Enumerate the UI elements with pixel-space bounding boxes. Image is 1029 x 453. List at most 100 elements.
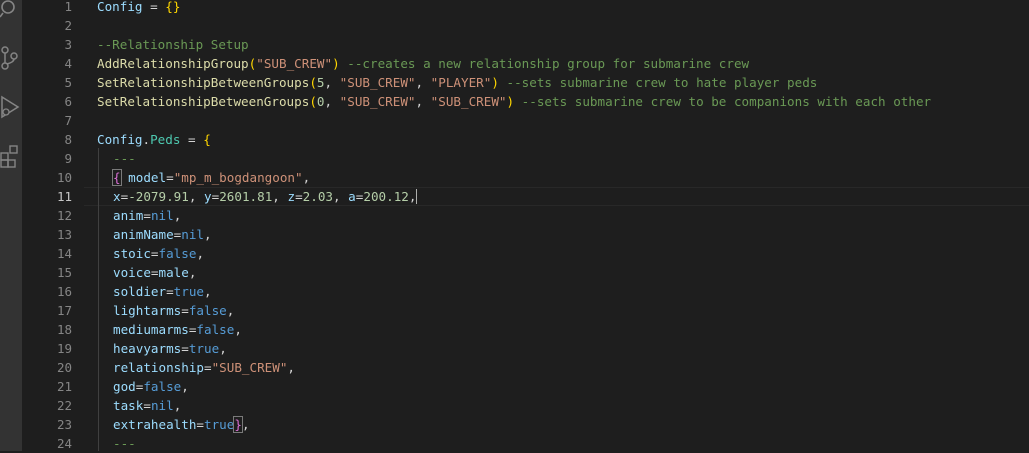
code-token: ) [491, 75, 499, 90]
code-line-24[interactable]: --- [113, 434, 136, 453]
code-line-10[interactable]: { model="mp_m_bogdangoon", [112, 168, 310, 187]
line-number: 9 [64, 151, 72, 166]
code-token: "mp_m_bogdangoon" [173, 170, 303, 185]
line-number: 2 [64, 18, 72, 33]
code-line-8[interactable]: Config.Peds = { [97, 130, 211, 149]
line-number: 15 [56, 265, 72, 280]
line-number: 14 [56, 246, 72, 261]
code-token: -2079.91 [128, 189, 189, 204]
code-line-9[interactable]: --- [113, 149, 136, 168]
code-token: anim [113, 208, 144, 223]
code-line-18[interactable]: mediumarms=false, [113, 320, 242, 339]
code-line-12[interactable]: anim=nil, [113, 206, 181, 225]
code-token: male [158, 265, 189, 280]
code-token: = [143, 398, 151, 413]
code-token: , [333, 189, 349, 204]
code-line-6[interactable]: SetRelationshipBetweenGroups(0, "SUB_CRE… [97, 92, 931, 111]
code-token: { [203, 132, 211, 147]
code-token: , [188, 265, 197, 280]
code-line-5[interactable]: SetRelationshipBetweenGroups(5, "SUB_CRE… [97, 73, 817, 92]
code-token: ( [309, 75, 317, 90]
code-token: lightarms [113, 303, 182, 318]
code-line-1[interactable]: Config = {} [97, 0, 180, 16]
source-control-icon[interactable] [0, 44, 22, 70]
code-token: "SUB_CREW" [339, 94, 416, 109]
code-token: z [287, 189, 296, 204]
code-token: Config [97, 132, 143, 147]
code-line-22[interactable]: task=nil, [113, 396, 181, 415]
code-line-13[interactable]: animName=nil, [113, 225, 212, 244]
code-token: "SUB_CREW" [430, 94, 507, 109]
code-line-15[interactable]: voice=male, [113, 263, 196, 282]
extensions-icon[interactable] [0, 142, 22, 168]
code-token: = [196, 417, 204, 432]
search-icon[interactable] [0, 0, 22, 26]
code-line-17[interactable]: lightarms=false, [113, 301, 234, 320]
code-token: y [204, 189, 212, 204]
code-line-11[interactable]: x=-2079.91, y=2601.81, z=2.03, a=200.12, [113, 187, 418, 206]
code-token: , [173, 208, 182, 223]
matched-bracket: } [233, 416, 243, 433]
code-token: god [113, 379, 136, 394]
code-token: , [408, 189, 417, 204]
code-token: animName [113, 227, 174, 242]
code-token: a [348, 189, 356, 204]
code-line-23[interactable]: extrahealth=true}, [113, 415, 250, 434]
code-token: false [188, 303, 227, 318]
line-number: 4 [64, 56, 72, 71]
code-token: = [166, 284, 174, 299]
code-line-19[interactable]: heavyarms=true, [113, 339, 227, 358]
code-token: Peds [150, 132, 181, 147]
code-line-4[interactable]: AddRelationshipGroup("SUB_CREW") --creat… [97, 54, 749, 73]
code-token: = [166, 170, 174, 185]
code-line-3[interactable]: --Relationship Setup [97, 35, 249, 54]
code-token: , [234, 322, 242, 337]
code-line-21[interactable]: god=false, [113, 377, 189, 396]
code-line-14[interactable]: stoic=false, [113, 244, 204, 263]
code-token: 0 [316, 94, 325, 109]
run-debug-icon[interactable] [0, 94, 22, 120]
code-line-20[interactable]: relationship="SUB_CREW", [113, 358, 295, 377]
line-number: 6 [64, 94, 72, 109]
code-token: nil [181, 227, 205, 242]
code-token: true [188, 341, 220, 356]
code-token: , [287, 360, 296, 375]
code-token: , [204, 284, 212, 299]
line-number: 20 [56, 360, 72, 375]
code-token: , [188, 189, 205, 204]
code-token: = [150, 265, 159, 280]
line-number: 13 [56, 227, 72, 242]
code-line-16[interactable]: soldier=true, [113, 282, 212, 301]
code-token: , [241, 417, 250, 432]
code-token: nil [150, 398, 174, 413]
code-token: AddRelationshipGroup [97, 56, 249, 71]
code-token: false [196, 322, 235, 337]
code-token: = [181, 341, 189, 356]
line-number: 22 [56, 398, 72, 413]
line-number: 19 [56, 341, 72, 356]
code-token: , [415, 75, 431, 90]
code-token: = [143, 208, 151, 223]
code-token: , [415, 94, 431, 109]
line-number-gutter: 1 2 3 4 5 6 7 8 9 10 11 12 13 14 15 16 1… [22, 0, 84, 451]
code-token: mediumarms [113, 322, 189, 337]
line-number: 21 [56, 379, 72, 394]
code-token: "SUB_CREW" [211, 360, 288, 375]
code-comment: --Relationship Setup [97, 37, 249, 52]
code-editor[interactable]: Config = {} --Relationship Setup AddRela… [97, 0, 1029, 451]
code-token: , [324, 75, 340, 90]
code-token: false [158, 246, 197, 261]
code-token: , [219, 341, 227, 356]
text-cursor [416, 189, 418, 204]
code-token: = [150, 246, 159, 261]
code-token: , [272, 189, 288, 204]
code-token: relationship [113, 360, 204, 375]
code-token: "PLAYER" [430, 75, 492, 90]
code-token: heavyarms [113, 341, 182, 356]
code-token: true [204, 417, 235, 432]
code-token: , [324, 94, 340, 109]
code-token: x [113, 189, 121, 204]
code-token: ) [332, 56, 340, 71]
code-comment: --- [113, 151, 136, 166]
line-number: 16 [56, 284, 72, 299]
